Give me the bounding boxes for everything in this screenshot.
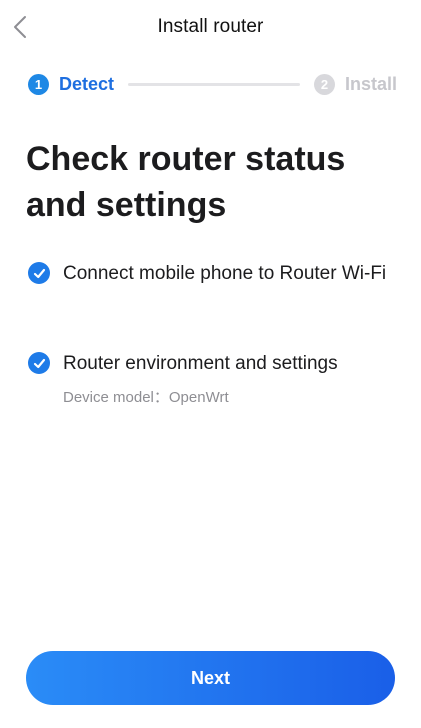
check-item-label: Router environment and settings: [63, 353, 338, 374]
page-title: Check router status and settings: [26, 140, 346, 224]
check-item-label: Connect mobile phone to Router Wi-Fi: [63, 263, 387, 284]
device-model-text: Device model：OpenWrt: [63, 389, 229, 406]
step-connector-line: [128, 83, 300, 86]
step-label: Install: [345, 73, 398, 94]
check-circle-icon: [28, 262, 50, 284]
progress-stepper: 1 Detect 2 Install: [28, 72, 398, 96]
top-bar: Install router: [0, 0, 421, 56]
step-detect: 1 Detect: [28, 72, 114, 96]
step-number-badge: 1: [28, 73, 49, 95]
step-number-badge: 2: [314, 73, 335, 95]
page-header-title: Install router: [157, 16, 264, 37]
step-label: Detect: [59, 73, 115, 94]
step-install: 2 Install: [314, 72, 397, 96]
next-button[interactable]: Next: [26, 651, 395, 705]
check-circle-icon: [28, 352, 50, 374]
